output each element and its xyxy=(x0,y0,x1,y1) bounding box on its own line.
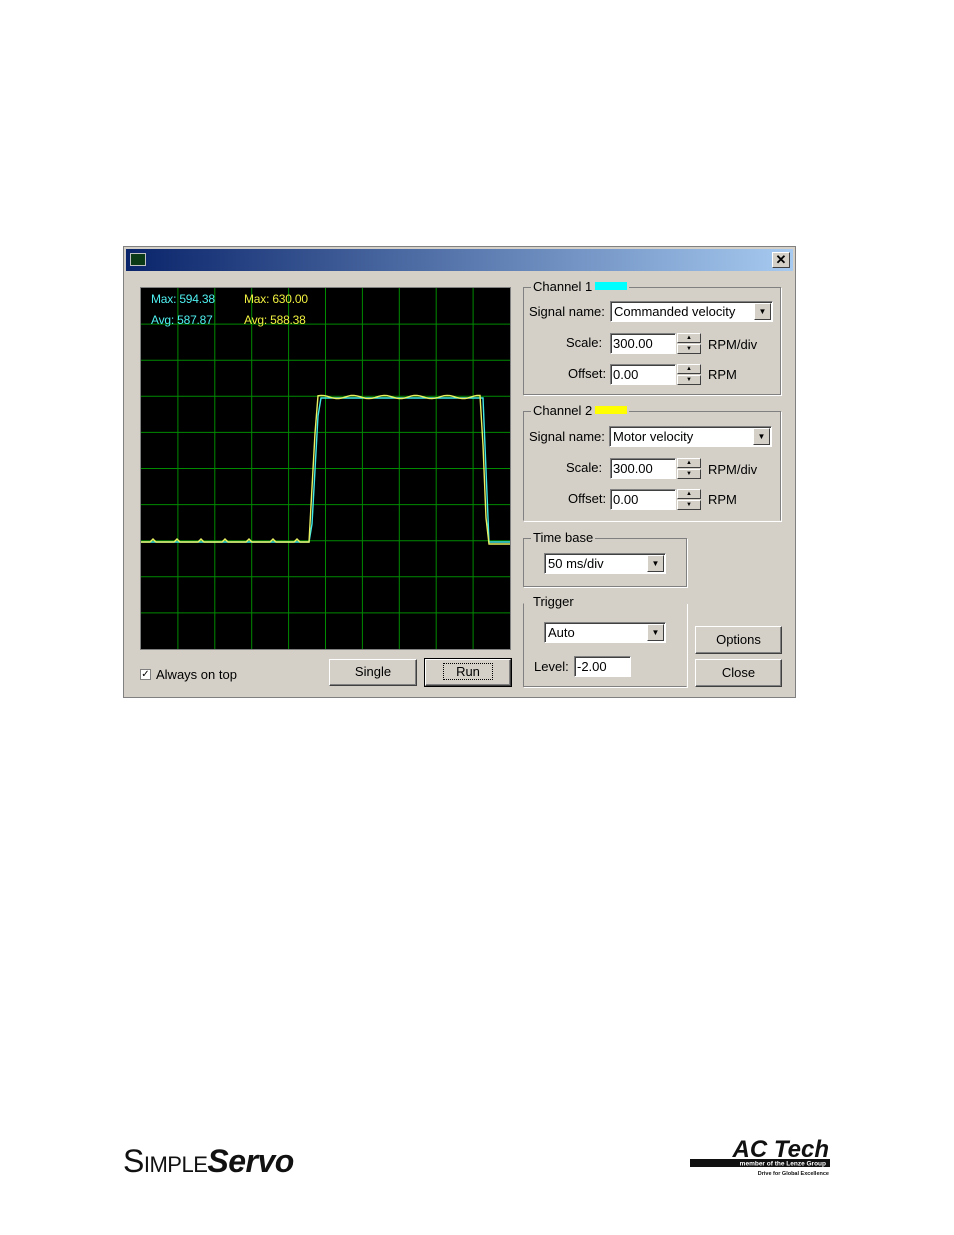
options-button[interactable]: Options xyxy=(695,626,782,654)
actech-logo-bar-text: member of the Lenze Group xyxy=(740,1161,826,1168)
trigger-mode-select[interactable]: Auto ▼ xyxy=(544,622,666,643)
channel1-legend-text: Channel 1 xyxy=(533,279,593,294)
close-window-button[interactable]: ✕ xyxy=(772,252,790,268)
run-button-label: Run xyxy=(443,663,493,680)
spin-down-icon[interactable]: ▼ xyxy=(677,469,701,479)
chevron-down-icon[interactable]: ▼ xyxy=(647,555,664,572)
ch1-offset-unit: RPM xyxy=(708,367,737,382)
channel2-legend: Channel 2 xyxy=(531,403,630,418)
always-on-top-checkbox[interactable]: ✓ xyxy=(140,669,151,680)
trigger-level-label: Level: xyxy=(534,659,569,674)
timebase-legend: Time base xyxy=(531,530,596,545)
ch2-offset-label: Offset: xyxy=(568,491,607,506)
channel2-color-swatch xyxy=(595,406,628,414)
ch2-signal-select[interactable]: Motor velocity ▼ xyxy=(609,426,772,447)
ch2-offset-input[interactable]: 0.00 xyxy=(610,489,676,510)
scope-window: ✕ Max: 594.38 Avg: 587.87 Max: 630.00 Av… xyxy=(123,246,796,698)
scope-plot xyxy=(141,288,510,649)
ch2-offset-unit: RPM xyxy=(708,492,737,507)
trigger-legend: Trigger xyxy=(531,594,576,609)
simpleservo-logo-small: Simple xyxy=(123,1143,208,1179)
title-bar[interactable]: ✕ xyxy=(126,249,793,271)
ch1-scale-input[interactable]: 300.00 xyxy=(610,333,676,354)
ch2-max-readout: Max: 630.00 xyxy=(244,292,308,306)
spin-down-icon[interactable]: ▼ xyxy=(677,500,701,510)
run-button[interactable]: Run xyxy=(424,658,512,687)
options-button-label: Options xyxy=(716,632,761,647)
always-on-top-label: Always on top xyxy=(156,667,237,682)
channel2-legend-text: Channel 2 xyxy=(533,403,593,418)
ch2-scale-label: Scale: xyxy=(566,460,603,475)
actech-logo-tagline: Drive for Global Excellence xyxy=(758,1171,829,1177)
single-button[interactable]: Single xyxy=(329,659,417,686)
trigger-level-input[interactable]: -2.00 xyxy=(574,656,631,677)
ch1-avg-readout: Avg: 587.87 xyxy=(151,313,213,327)
close-button-label: Close xyxy=(721,665,756,680)
spin-up-icon[interactable]: ▲ xyxy=(677,333,701,343)
chevron-down-icon[interactable]: ▼ xyxy=(753,428,770,445)
channel1-color-swatch xyxy=(595,282,628,290)
ch2-signal-label: Signal name: xyxy=(529,429,605,444)
ch1-signal-label: Signal name: xyxy=(529,304,605,319)
actech-logo-name: AC Tech xyxy=(732,1136,829,1163)
ch2-scale-input[interactable]: 300.00 xyxy=(610,458,676,479)
chevron-down-icon[interactable]: ▼ xyxy=(754,303,771,320)
close-button[interactable]: Close xyxy=(695,659,782,687)
ch2-scale-unit: RPM/div xyxy=(708,462,758,477)
ch1-offset-label: Offset: xyxy=(568,366,607,381)
ch1-scale-spinner[interactable]: ▲ ▼ xyxy=(677,333,701,354)
channel2-group: Channel 2 Signal name: Motor velocity ▼ … xyxy=(523,403,781,521)
ch2-avg-readout: Avg: 588.38 xyxy=(244,313,306,327)
ch2-signal-value: Motor velocity xyxy=(613,429,694,444)
ch2-scale-spinner[interactable]: ▲ ▼ xyxy=(677,458,701,479)
ch1-offset-spinner[interactable]: ▲ ▼ xyxy=(677,364,701,385)
single-button-label: Single xyxy=(354,664,392,679)
spin-down-icon[interactable]: ▼ xyxy=(677,344,701,354)
ch1-scale-unit: RPM/div xyxy=(708,337,758,352)
scope-display: Max: 594.38 Avg: 587.87 Max: 630.00 Avg:… xyxy=(140,287,511,650)
trigger-mode-value: Auto xyxy=(548,625,575,640)
simpleservo-logo: SimpleServo xyxy=(123,1143,294,1180)
ch2-offset-spinner[interactable]: ▲ ▼ xyxy=(677,489,701,510)
timebase-select[interactable]: 50 ms/div ▼ xyxy=(544,553,666,574)
scope-app-icon xyxy=(130,253,146,266)
channel1-legend: Channel 1 xyxy=(531,279,630,294)
ch1-signal-value: Commanded velocity xyxy=(614,304,736,319)
ch1-scale-label: Scale: xyxy=(566,335,603,350)
timebase-group: Time base 50 ms/div ▼ xyxy=(523,530,687,587)
chevron-down-icon[interactable]: ▼ xyxy=(647,624,664,641)
simpleservo-logo-bold: Servo xyxy=(207,1143,294,1179)
channel1-group: Channel 1 Signal name: Commanded velocit… xyxy=(523,279,781,395)
spin-down-icon[interactable]: ▼ xyxy=(677,375,701,385)
timebase-value: 50 ms/div xyxy=(548,556,604,571)
ch1-signal-select[interactable]: Commanded velocity ▼ xyxy=(610,301,773,322)
trigger-group: Trigger Auto ▼ Level: -2.00 xyxy=(523,594,687,687)
spin-up-icon[interactable]: ▲ xyxy=(677,489,701,499)
ch1-max-readout: Max: 594.38 xyxy=(151,292,215,306)
spin-up-icon[interactable]: ▲ xyxy=(677,458,701,468)
spin-up-icon[interactable]: ▲ xyxy=(677,364,701,374)
ch1-offset-input[interactable]: 0.00 xyxy=(610,364,676,385)
actech-logo: AC Tech member of the Lenze Group Drive … xyxy=(690,1136,830,1177)
